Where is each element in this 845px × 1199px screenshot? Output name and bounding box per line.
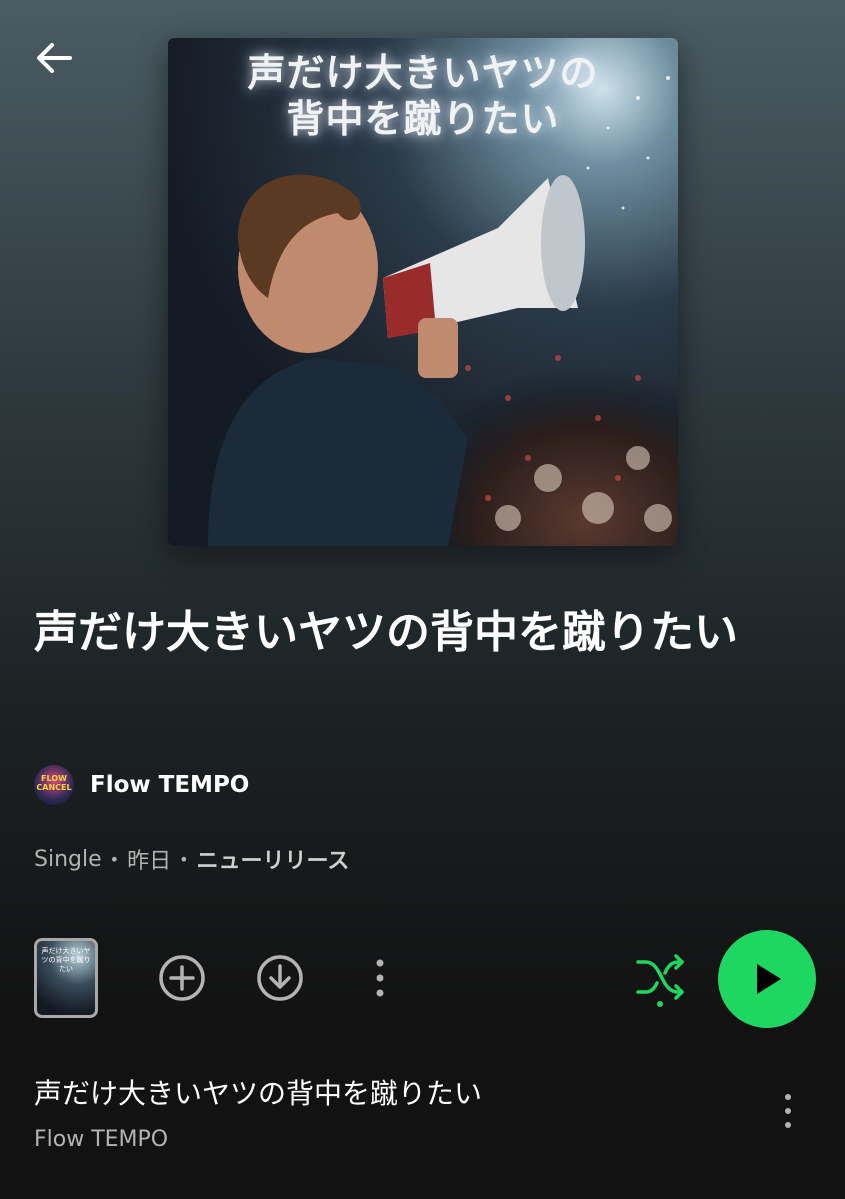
play-button[interactable] [718,930,816,1028]
more-options-button[interactable] [352,950,408,1006]
shuffle-button[interactable] [632,950,688,1007]
artist-name: Flow TEMPO [90,772,250,798]
plus-circle-icon [159,955,205,1001]
artist-link[interactable]: FLOW CANCEL Flow TEMPO [34,764,249,806]
back-button[interactable] [28,32,80,84]
album-cover: 声だけ大きいヤツの 背中を蹴りたい [168,38,678,546]
cover-title-text: 声だけ大きいヤツの 背中を蹴りたい [247,51,599,141]
vertical-dots-icon [376,959,384,997]
play-icon [757,964,781,994]
separator: • [109,849,120,869]
release-type: Single [34,846,102,872]
album-thumbnail[interactable]: 声だけ大きいヤツの背中を蹴りたい [34,938,98,1018]
track-row[interactable]: 声だけ大きいヤツの背中を蹴りたい Flow TEMPO [34,1072,818,1164]
download-circle-icon [257,955,303,1001]
new-release-badge: ニューリリース [196,849,350,874]
download-button[interactable] [252,950,308,1006]
artist-avatar: FLOW CANCEL [34,765,74,805]
track-more-button[interactable] [768,1086,808,1136]
release-date: 昨日 [127,849,172,874]
arrow-left-icon [37,43,72,73]
vertical-dots-icon [785,1094,791,1128]
track-artist: Flow TEMPO [34,1127,169,1152]
shuffle-icon [636,954,684,1007]
track-title: 声だけ大きいヤツの背中を蹴りたい [34,1077,483,1110]
add-to-library-button[interactable] [154,950,210,1006]
action-bar: 声だけ大きいヤツの背中を蹴りたい [34,930,818,1028]
album-meta: Single • 昨日 • ニューリリース [34,842,349,876]
album-title: 声だけ大きいヤツの背中を蹴りたい [34,607,738,658]
separator: • [179,849,189,869]
